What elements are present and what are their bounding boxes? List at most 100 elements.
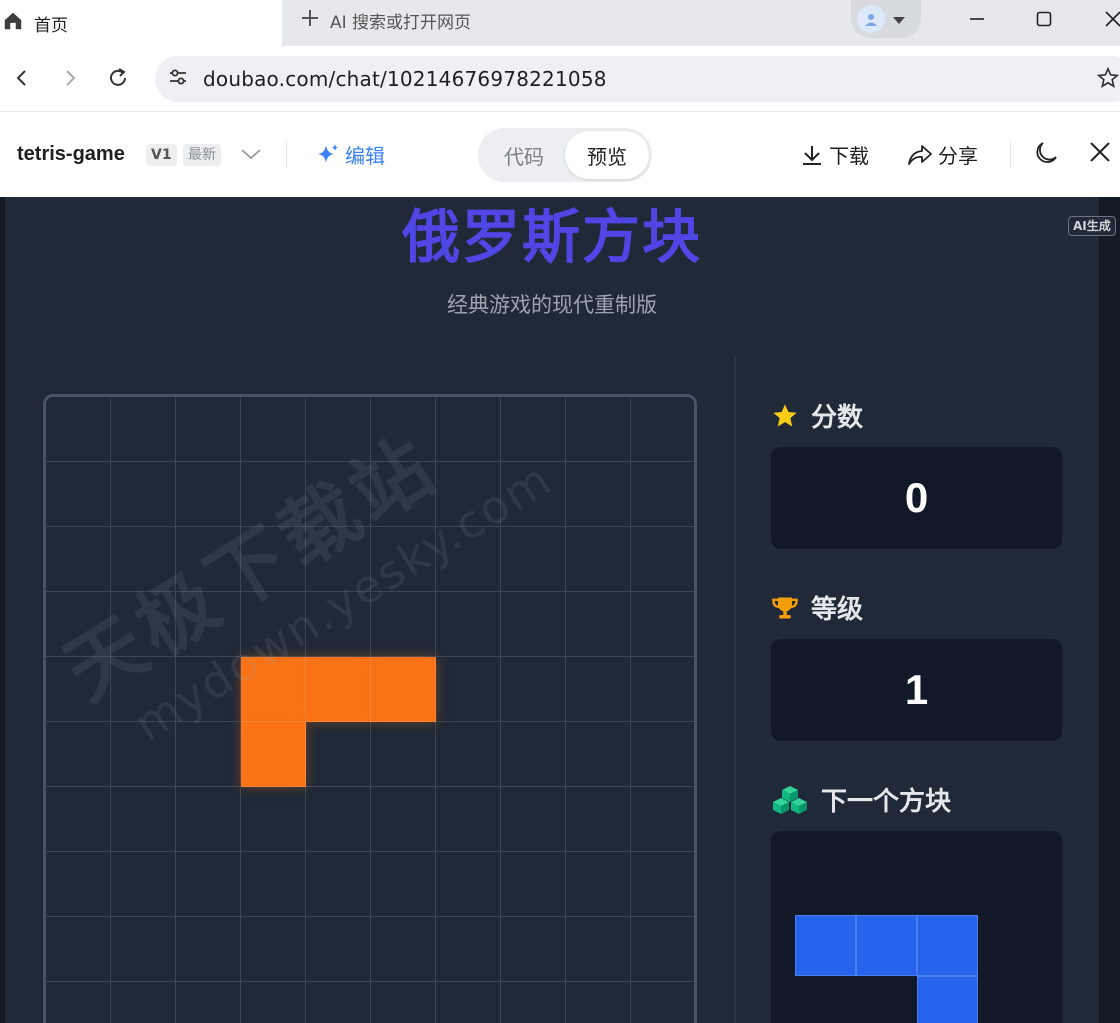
url-bar[interactable]: doubao.com/chat/10214676978221058 — [155, 56, 1120, 102]
current-piece-block — [306, 657, 371, 722]
site-settings-icon[interactable] — [167, 66, 189, 92]
board-cell — [371, 527, 436, 592]
board-cell — [631, 722, 694, 787]
close-preview-button[interactable] — [1088, 140, 1112, 164]
trophy-icon — [772, 597, 798, 618]
board-cell — [176, 592, 241, 657]
board-cell — [176, 462, 241, 527]
maximize-button[interactable] — [1019, 0, 1069, 38]
share-button[interactable]: 分享 — [907, 140, 978, 169]
forward-button[interactable] — [52, 60, 88, 96]
current-piece-block — [241, 722, 306, 787]
edit-button[interactable]: 编辑 — [315, 140, 385, 169]
board-cell — [241, 917, 306, 982]
board-cell — [46, 657, 111, 722]
board-cell — [566, 982, 631, 1023]
board-cell — [111, 722, 176, 787]
board-cell — [501, 462, 566, 527]
ai-generated-badge: AI生成 — [1068, 216, 1116, 236]
board-cell — [501, 917, 566, 982]
board-cell — [306, 852, 371, 917]
board-cell — [371, 917, 436, 982]
board-cell — [241, 982, 306, 1023]
board-cell — [176, 722, 241, 787]
board-cell — [46, 852, 111, 917]
theme-toggle-button[interactable] — [1033, 140, 1059, 166]
board-cell — [111, 462, 176, 527]
panel-divider — [734, 357, 736, 1023]
board-cell — [371, 592, 436, 657]
board-cell — [501, 982, 566, 1023]
new-tab-title: AI 搜索或打开网页 — [330, 12, 472, 33]
forward-arrow-icon — [66, 70, 76, 86]
tab-preview[interactable]: 预览 — [565, 131, 649, 179]
board-cell — [501, 592, 566, 657]
current-piece-block — [371, 657, 436, 722]
plus-icon — [300, 8, 320, 32]
board-cell — [46, 982, 111, 1023]
board-cell — [501, 397, 566, 462]
next-piece-preview — [771, 831, 1062, 1023]
maximize-icon — [1036, 11, 1052, 27]
code-preview-toggle: 代码 预览 — [478, 128, 652, 182]
board-cell — [631, 787, 694, 852]
board-cell — [631, 592, 694, 657]
board-cell — [111, 787, 176, 852]
address-bar-row: doubao.com/chat/10214676978221058 — [0, 46, 1120, 112]
board-cell — [176, 852, 241, 917]
bookmark-button[interactable] — [1090, 60, 1120, 96]
level-value: 1 — [771, 639, 1062, 741]
latest-badge: 最新 — [183, 144, 221, 166]
board-cell — [631, 982, 694, 1023]
board-cell — [176, 787, 241, 852]
board-cell — [371, 852, 436, 917]
download-button[interactable]: 下载 — [800, 140, 869, 169]
board-cell — [111, 982, 176, 1023]
board-cell — [46, 462, 111, 527]
minimize-icon — [970, 18, 984, 20]
next-piece-block — [917, 976, 978, 1023]
board-cell — [436, 787, 501, 852]
current-piece-block — [241, 657, 306, 722]
game-board[interactable] — [43, 394, 697, 1023]
toolbar-divider — [1010, 142, 1011, 168]
close-icon — [1090, 142, 1110, 162]
score-value: 0 — [771, 447, 1062, 549]
board-cell — [371, 722, 436, 787]
window-close-button[interactable] — [1088, 0, 1120, 38]
game-subtitle: 经典游戏的现代重制版 — [447, 293, 657, 317]
level-heading: 等级 — [771, 589, 863, 626]
version-badge: V1 — [146, 144, 177, 166]
tab-code[interactable]: 代码 — [482, 131, 566, 179]
tab-home[interactable]: 首页 — [0, 0, 282, 46]
board-cell — [111, 917, 176, 982]
preview-left-edge — [0, 197, 5, 1023]
version-dropdown[interactable] — [240, 145, 262, 167]
back-arrow-icon — [16, 70, 26, 86]
toolbar-divider — [286, 142, 287, 168]
board-cell — [371, 787, 436, 852]
new-tab-button[interactable]: AI 搜索或打开网页 — [300, 0, 471, 40]
board-cell — [566, 462, 631, 527]
board-cell — [436, 592, 501, 657]
board-cell — [46, 527, 111, 592]
board-cell — [501, 657, 566, 722]
project-name: tetris-game — [17, 143, 125, 165]
board-cell — [176, 982, 241, 1023]
board-cell — [46, 722, 111, 787]
edit-label: 编辑 — [345, 144, 385, 168]
board-cell — [436, 527, 501, 592]
back-button[interactable] — [4, 60, 40, 96]
reload-button[interactable] — [100, 60, 136, 96]
score-label: 分数 — [811, 403, 864, 433]
minimize-button[interactable] — [952, 0, 1002, 38]
avatar — [857, 5, 885, 33]
next-piece-heading: 下一个方块 — [771, 781, 951, 818]
sparkle-icon — [318, 143, 338, 163]
cubes-icon — [773, 785, 807, 814]
board-cell — [436, 462, 501, 527]
preview-scrollbar[interactable] — [1099, 197, 1120, 1023]
board-cell — [631, 917, 694, 982]
share-icon — [908, 144, 932, 165]
profile-button[interactable] — [851, 0, 921, 38]
